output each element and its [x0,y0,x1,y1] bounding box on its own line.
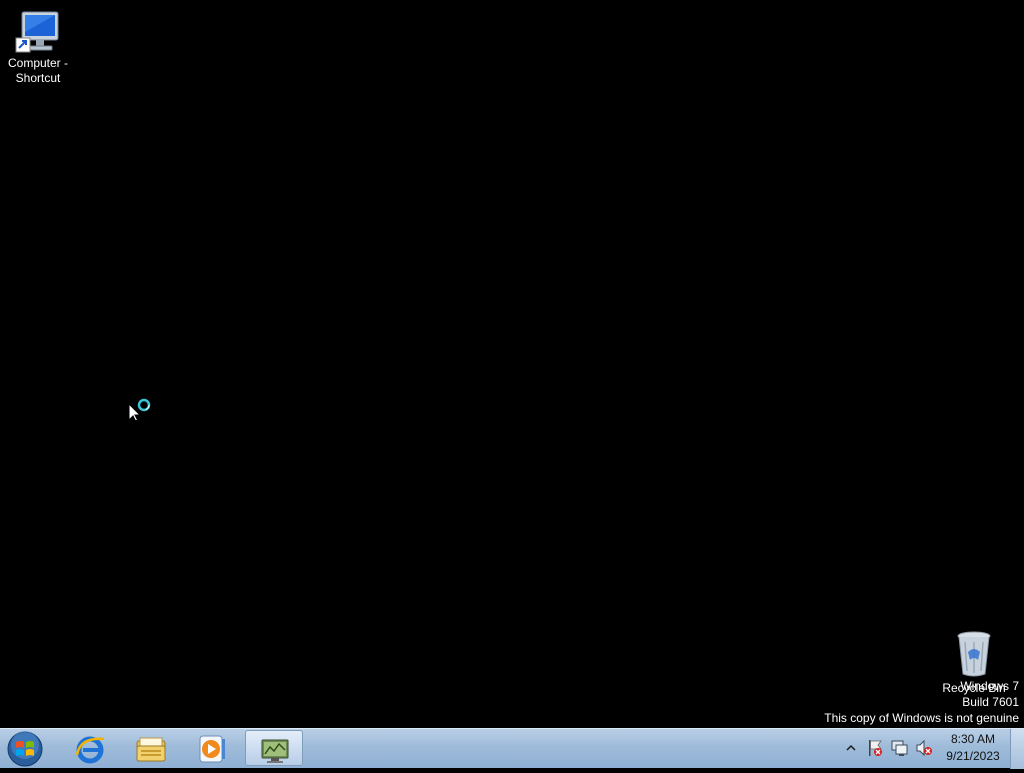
watermark-build: Build 7601 [962,695,1019,709]
desktop[interactable]: Computer - Shortcut Recycle Bin Windows … [0,0,1024,728]
clock-time: 8:30 AM [950,732,996,746]
computer-shortcut-icon[interactable]: Computer - Shortcut [0,8,76,86]
clock-date: 9/21/2023 [946,749,1000,763]
network-app-icon [261,739,289,763]
windows-genuine-watermark: Windows 7 Build 7601 This copy of Window… [824,678,1019,726]
taskbar-windows-explorer[interactable] [122,730,180,766]
start-button[interactable] [5,730,45,768]
show-desktop-button[interactable] [1010,729,1024,769]
taskbar: 8:30 AM 9/21/2023 [0,728,1024,769]
internet-explorer-icon [75,736,105,764]
taskbar-network-app-active[interactable] [245,730,303,766]
busy-cursor-icon [128,398,151,420]
watermark-os-name: Windows 7 [960,679,1019,693]
taskbar-media-player[interactable] [183,730,241,766]
show-hidden-icons-chevron[interactable] [845,743,857,753]
windows-explorer-icon [136,737,166,762]
volume-muted-icon[interactable] [915,739,933,757]
computer-icon [15,11,59,53]
trash-can-icon [957,631,991,677]
windows-orb-icon [7,731,43,767]
media-player-icon [199,735,225,763]
computer-shortcut-label: Computer - Shortcut [7,56,69,85]
watermark-not-genuine: This copy of Windows is not genuine [824,711,1019,725]
network-icon[interactable] [891,739,909,757]
system-clock[interactable]: 8:30 AM 9/21/2023 [940,731,1006,765]
action-center-flag-icon[interactable] [866,739,884,757]
taskbar-internet-explorer[interactable] [61,730,119,766]
